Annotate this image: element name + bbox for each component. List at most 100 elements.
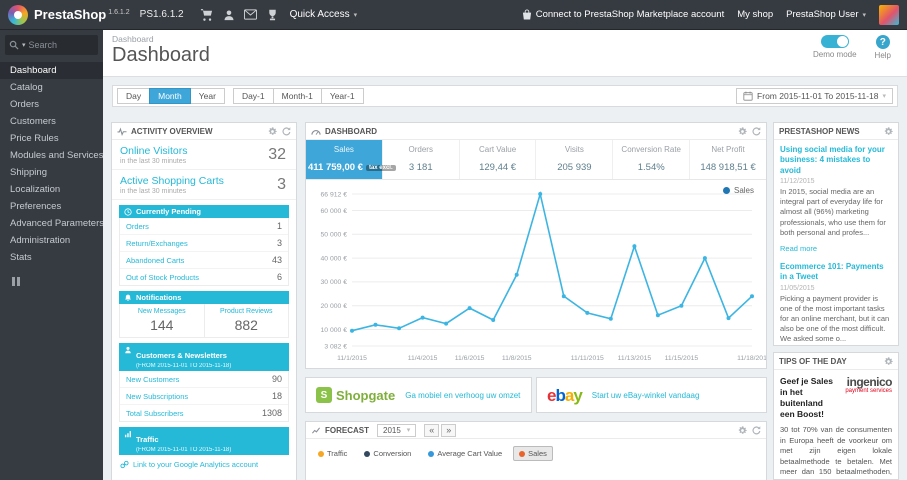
- refresh-icon[interactable]: [752, 126, 761, 136]
- marketplace-link[interactable]: Connect to PrestaShop Marketplace accoun…: [522, 9, 724, 20]
- sidebar-item-preferences[interactable]: Preferences: [0, 198, 103, 215]
- brand-version: 1.6.1.2: [108, 8, 130, 16]
- merchant-expertise-icon[interactable]: [262, 5, 284, 25]
- filter-day-button[interactable]: Day: [117, 88, 151, 104]
- read-more-link[interactable]: Read more: [780, 244, 817, 253]
- pending-returns-row[interactable]: Return/Exchanges 3: [120, 235, 288, 252]
- help-label: Help: [874, 51, 891, 60]
- user-icon: [125, 346, 131, 354]
- forecast-legend: Traffic Conversion Average Cart Value Sa…: [306, 439, 766, 468]
- forecast-legend-traffic[interactable]: Traffic: [312, 446, 353, 461]
- traffic-header: Traffic (FROM 2015-11-01 TO 2015-11-18): [119, 427, 289, 455]
- forecast-next-button[interactable]: »: [441, 423, 457, 437]
- pending-out-of-stock-row[interactable]: Out of Stock Products 6: [120, 269, 288, 285]
- new-subscriptions-row[interactable]: New Subscriptions 18: [120, 388, 288, 405]
- kpi-cart-value[interactable]: Cart Value 129,44 €: [460, 140, 537, 179]
- date-range-picker[interactable]: From 2015-11-01 To 2015-11-18 ▾: [736, 88, 893, 104]
- gear-icon[interactable]: [738, 425, 747, 435]
- product-reviews-cell[interactable]: Product Reviews 882: [203, 304, 289, 337]
- active-carts-metric[interactable]: Active Shopping Carts in the last 30 min…: [112, 170, 296, 200]
- sales-line-chart[interactable]: 66 912 € 60 000 € 50 000 € 40 000 € 30 000 €…: [306, 180, 766, 366]
- new-customers-row[interactable]: New Customers 90: [120, 371, 288, 388]
- sidebar-collapse-button[interactable]: [12, 277, 103, 286]
- gear-icon[interactable]: [884, 356, 893, 366]
- avatar[interactable]: [879, 4, 899, 25]
- help-icon[interactable]: ?: [875, 35, 890, 49]
- tips-of-the-day-panel: TIPS OF THE DAY Geef je Sales in het bui…: [773, 352, 899, 480]
- sales-dot-icon: [519, 450, 526, 457]
- sidebar-search[interactable]: ▾: [5, 35, 98, 55]
- sidebar-item-price-rules[interactable]: Price Rules: [0, 130, 103, 147]
- filter-month-1-button[interactable]: Month-1: [272, 88, 322, 104]
- total-subscribers-row[interactable]: Total Subscribers 1308: [120, 405, 288, 421]
- filter-year-button[interactable]: Year: [189, 88, 225, 104]
- gear-icon[interactable]: [884, 126, 893, 136]
- sidebar-item-stats[interactable]: Stats: [0, 249, 103, 266]
- chart-legend[interactable]: Sales: [722, 186, 754, 195]
- messages-notifications-icon[interactable]: [240, 5, 262, 25]
- ebay-logo: ebay: [547, 385, 583, 405]
- kpi-orders[interactable]: Orders 3 181: [383, 140, 460, 179]
- search-scope-caret-icon[interactable]: ▾: [22, 41, 26, 49]
- forecast-legend-conversion[interactable]: Conversion: [358, 446, 417, 461]
- filter-month-button[interactable]: Month: [149, 88, 191, 104]
- cart-notifications-icon[interactable]: [196, 5, 218, 25]
- my-shop-link[interactable]: My shop: [737, 9, 773, 20]
- demo-mode-toggle[interactable]: [820, 35, 849, 48]
- kpi-visits[interactable]: Visits 205 939: [536, 140, 614, 179]
- new-messages-cell[interactable]: New Messages 144: [120, 304, 204, 337]
- svg-text:66 912 €: 66 912 €: [321, 191, 348, 198]
- page-title: Dashboard: [112, 44, 210, 66]
- shopgate-cta-link[interactable]: Ga mobiel en verhoog uw omzet: [405, 391, 520, 400]
- filter-year-1-button[interactable]: Year-1: [320, 88, 364, 104]
- sidebar-item-administration[interactable]: Administration: [0, 232, 103, 249]
- activity-overview-panel: ACTIVITY OVERVIEW Online Visitors in the…: [111, 122, 297, 480]
- prestashop-logo[interactable]: [8, 4, 28, 25]
- sidebar-item-localization[interactable]: Localization: [0, 181, 103, 198]
- search-input[interactable]: [28, 40, 94, 50]
- gear-icon[interactable]: [268, 126, 277, 136]
- svg-text:50 000 €: 50 000 €: [321, 232, 348, 239]
- demo-mode-label: Demo mode: [812, 50, 857, 59]
- sidebar-item-advanced-parameters[interactable]: Advanced Parameters: [0, 215, 103, 232]
- kpi-conversion-rate[interactable]: Conversion Rate 1.54%: [613, 140, 691, 179]
- sidebar-item-modules[interactable]: Modules and Services: [0, 147, 103, 164]
- ebay-cta-link[interactable]: Start uw eBay-winkel vandaag: [592, 391, 700, 400]
- gear-icon[interactable]: [738, 126, 747, 136]
- gauge-icon: [311, 129, 321, 135]
- refresh-icon[interactable]: [752, 425, 761, 435]
- breadcrumb[interactable]: Dashboard: [112, 34, 907, 44]
- forecast-year-select[interactable]: 2015 ▾: [377, 423, 417, 437]
- panel-title: FORECAST: [325, 425, 369, 435]
- ebay-ad-panel: ebay Start uw eBay-winkel vandaag: [536, 377, 767, 413]
- kpi-net-profit[interactable]: Net Profit 148 918,51 €: [690, 140, 766, 179]
- filter-day-1-button[interactable]: Day-1: [232, 88, 274, 104]
- forecast-legend-average-cart-value[interactable]: Average Cart Value: [422, 446, 508, 461]
- bar-chart-icon: [124, 431, 131, 438]
- sidebar-item-dashboard[interactable]: Dashboard: [0, 62, 103, 79]
- sidebar-item-orders[interactable]: Orders: [0, 96, 103, 113]
- svg-text:11/11/2015: 11/11/2015: [571, 355, 604, 362]
- forecast-prev-button[interactable]: «: [424, 423, 440, 437]
- svg-text:3 082 €: 3 082 €: [324, 343, 347, 350]
- pending-abandoned-carts-row[interactable]: Abandoned Carts 43: [120, 252, 288, 269]
- refresh-icon[interactable]: [282, 126, 291, 136]
- forecast-legend-sales[interactable]: Sales: [513, 446, 553, 461]
- pending-orders-row[interactable]: Orders 1: [120, 218, 288, 235]
- online-visitors-metric[interactable]: Online Visitors in the last 30 minutes 3…: [112, 140, 296, 170]
- customers-notifications-icon[interactable]: [218, 5, 240, 25]
- quick-access-menu[interactable]: Quick Access ▾: [290, 9, 358, 20]
- svg-text:30 000 €: 30 000 €: [321, 279, 348, 286]
- google-analytics-link[interactable]: Link to your Google Analytics account: [120, 460, 288, 469]
- sidebar-item-customers[interactable]: Customers: [0, 113, 103, 130]
- kpi-row: Sales 411 759,00 € tax excl. Orders 3 181…: [306, 140, 766, 180]
- main-content: Dashboard Dashboard Demo mode ? Help Day…: [103, 30, 907, 480]
- demo-mode-control: Demo mode: [813, 35, 857, 60]
- svg-text:11/1/2015: 11/1/2015: [337, 355, 367, 362]
- svg-text:20 000 €: 20 000 €: [321, 303, 348, 310]
- user-menu[interactable]: PrestaShop User ▾: [786, 9, 866, 20]
- sidebar-item-catalog[interactable]: Catalog: [0, 79, 103, 96]
- sidebar-item-shipping[interactable]: Shipping: [0, 164, 103, 181]
- link-icon: [120, 460, 129, 469]
- kpi-sales[interactable]: Sales 411 759,00 € tax excl.: [306, 140, 396, 179]
